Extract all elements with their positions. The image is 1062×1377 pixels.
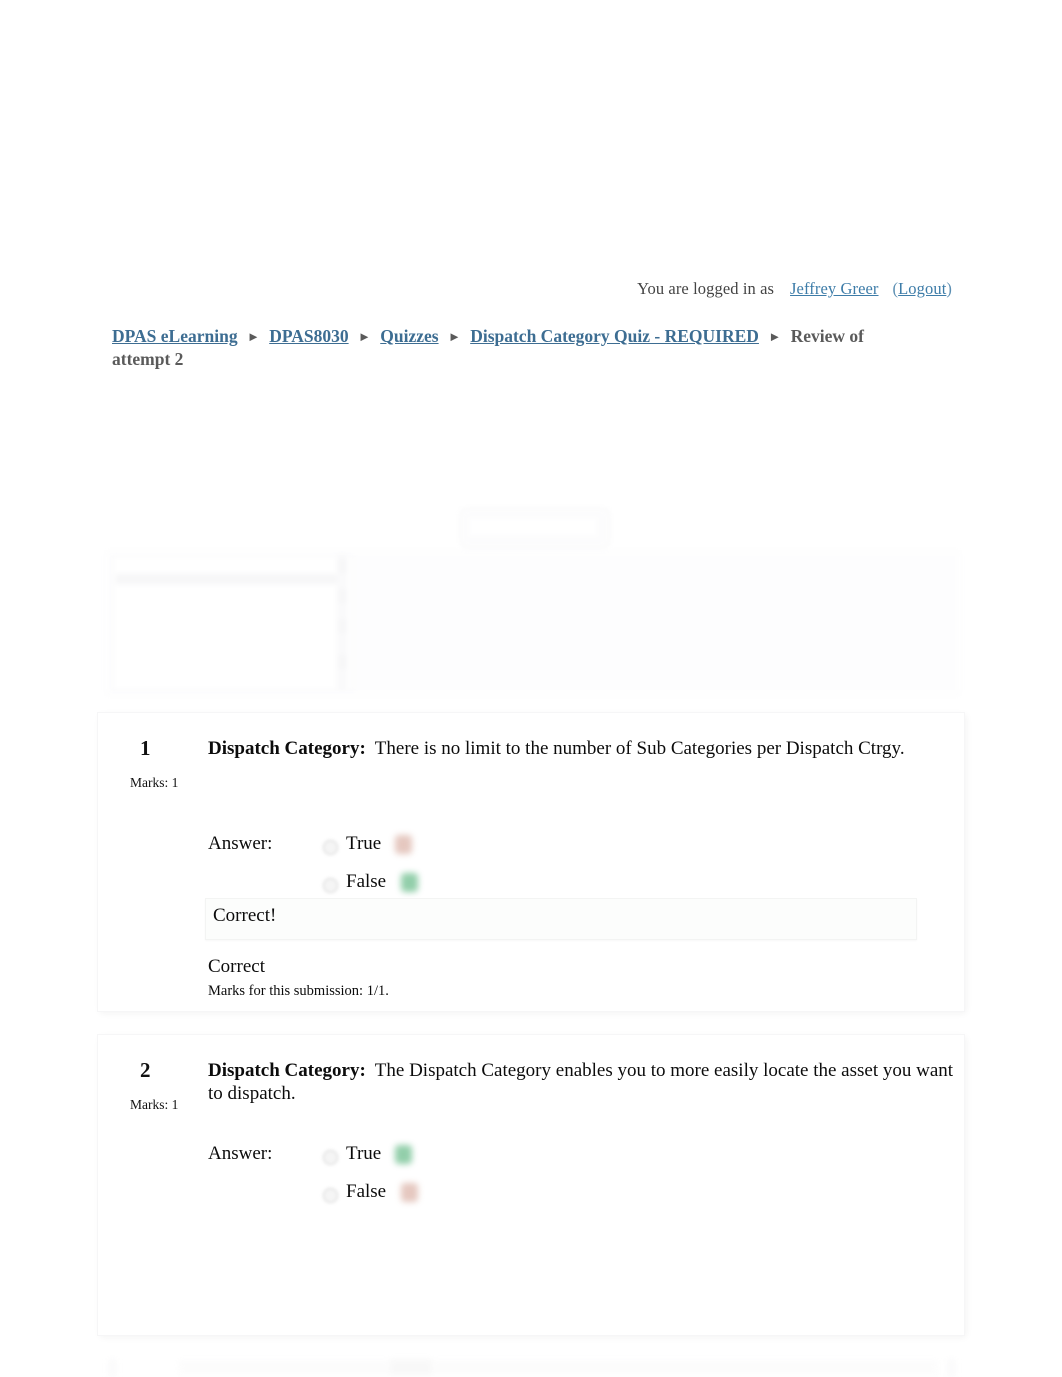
attempt-summary-tick [338,559,347,573]
question-2-option-false[interactable]: False [323,1181,523,1211]
question-1-feedback-box [205,898,917,940]
radio-button-icon[interactable] [323,878,338,893]
incorrect-marker-icon [395,835,412,854]
question-2-option-true[interactable]: True [323,1143,523,1173]
breadcrumb-separator-icon: ► [768,328,782,344]
question-2-label: Dispatch Category: [208,1060,366,1081]
radio-button-icon[interactable] [323,840,338,855]
question-2-answer-label: Answer: [208,1143,273,1164]
breadcrumb: DPAS eLearning ► DPAS8030 ► Quizzes ► Di… [112,326,912,370]
breadcrumb-separator-icon: ► [246,328,260,344]
logout-paren-close: ) [946,279,952,298]
bottom-bar [178,1361,938,1376]
attempt-summary-tick [338,619,347,633]
question-2-option-true-label: True [346,1143,382,1164]
attempt-summary-table-header [116,574,344,584]
attempt-summary-tick [338,589,347,603]
radio-button-icon[interactable] [323,1150,338,1165]
question-2-marks: Marks: 1 [130,1097,179,1112]
page-bottom-clipped-region [100,1355,962,1377]
question-block-1: 1 Marks: 1 Dispatch Category: There is no… [98,713,964,1011]
correct-marker-icon [401,873,418,892]
bottom-right-edge [947,1359,956,1377]
question-1-option-false[interactable]: False [323,871,523,901]
logged-in-prefix: You are logged in as [637,279,775,298]
question-2-text: Dispatch Category: The Dispatch Category … [208,1059,968,1105]
question-1-option-false-label: False [346,871,387,892]
attempt-summary-tick [338,655,347,669]
breadcrumb-item-dispatch-category-quiz[interactable]: Dispatch Category Quiz - REQUIRED [470,326,759,346]
question-block-2: 2 Marks: 1 Dispatch Category: The Dispatc… [98,1035,964,1335]
bottom-left-edge [108,1359,117,1377]
radio-button-icon[interactable] [323,1188,338,1203]
question-2-option-false-label: False [346,1181,387,1202]
user-profile-link[interactable]: Jeffrey Greer [790,279,878,298]
breadcrumb-separator-icon: ► [357,328,371,344]
question-1-submission-marks: Marks for this submission: 1/1. [208,983,389,999]
incorrect-marker-icon [401,1183,418,1202]
bottom-blip [390,1359,432,1375]
login-status-bar: You are logged in as Jeffrey Greer (Logout… [637,279,952,299]
breadcrumb-separator-icon: ► [447,328,461,344]
question-1-number: 1 [140,736,151,760]
logout-link[interactable]: Logout [898,279,946,298]
breadcrumb-item-dpas-elearning[interactable]: DPAS eLearning [112,326,238,346]
question-1-answer-label: Answer: [208,833,273,854]
question-1-marks: Marks: 1 [130,775,179,790]
correct-marker-icon [395,1145,412,1164]
breadcrumb-item-quizzes[interactable]: Quizzes [380,326,438,346]
question-1-option-true[interactable]: True [323,833,523,863]
breadcrumb-item-dpas8030[interactable]: DPAS8030 [269,326,348,346]
question-1-feedback-text: Correct! [213,905,277,926]
question-1-grade: Correct [208,956,265,977]
attempt-summary-pill-inner [469,518,597,536]
question-1-body: There is no limit to the number of Sub C… [374,738,905,759]
question-1-text: Dispatch Category: There is no limit to t… [208,737,948,760]
question-2-number: 2 [140,1058,151,1082]
question-1-label: Dispatch Category: [208,738,366,759]
attempt-summary-region-obscured [105,497,961,697]
question-1-option-true-label: True [346,833,382,854]
